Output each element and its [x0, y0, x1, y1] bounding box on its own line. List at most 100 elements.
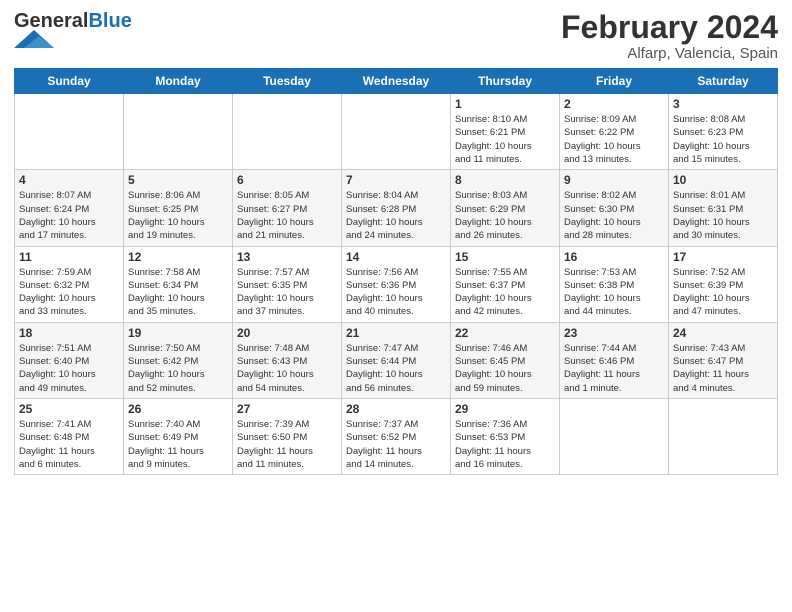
table-row — [233, 94, 342, 170]
table-row: 24 Sunrise: 7:43 AM Sunset: 6:47 PM Dayli… — [669, 322, 778, 398]
day-info: Sunrise: 8:04 AM Sunset: 6:28 PM Dayligh… — [346, 189, 446, 242]
table-row: 7 Sunrise: 8:04 AM Sunset: 6:28 PM Daylig… — [342, 170, 451, 246]
day-number: 19 — [128, 326, 228, 340]
table-row: 10 Sunrise: 8:01 AM Sunset: 6:31 PM Dayli… — [669, 170, 778, 246]
col-monday: Monday — [124, 69, 233, 94]
table-row: 8 Sunrise: 8:03 AM Sunset: 6:29 PM Daylig… — [451, 170, 560, 246]
table-row: 25 Sunrise: 7:41 AM Sunset: 6:48 PM Dayli… — [15, 398, 124, 474]
table-row: 1 Sunrise: 8:10 AM Sunset: 6:21 PM Daylig… — [451, 94, 560, 170]
table-row: 15 Sunrise: 7:55 AM Sunset: 6:37 PM Dayli… — [451, 246, 560, 322]
table-row — [124, 94, 233, 170]
day-number: 23 — [564, 326, 664, 340]
table-row: 28 Sunrise: 7:37 AM Sunset: 6:52 PM Dayli… — [342, 398, 451, 474]
day-info: Sunrise: 7:46 AM Sunset: 6:45 PM Dayligh… — [455, 342, 555, 395]
table-row: 2 Sunrise: 8:09 AM Sunset: 6:22 PM Daylig… — [560, 94, 669, 170]
day-number: 6 — [237, 173, 337, 187]
day-info: Sunrise: 7:36 AM Sunset: 6:53 PM Dayligh… — [455, 418, 555, 471]
day-number: 26 — [128, 402, 228, 416]
header: GeneralBlue February 2024 Alfarp, Valenc… — [14, 10, 778, 62]
day-number: 29 — [455, 402, 555, 416]
page: GeneralBlue February 2024 Alfarp, Valenc… — [0, 0, 792, 485]
title-block: February 2024 Alfarp, Valencia, Spain — [561, 10, 778, 62]
day-info: Sunrise: 8:07 AM Sunset: 6:24 PM Dayligh… — [19, 189, 119, 242]
logo-blue: Blue — [88, 10, 131, 32]
day-number: 8 — [455, 173, 555, 187]
table-row: 29 Sunrise: 7:36 AM Sunset: 6:53 PM Dayli… — [451, 398, 560, 474]
table-row: 18 Sunrise: 7:51 AM Sunset: 6:40 PM Dayli… — [15, 322, 124, 398]
table-row: 3 Sunrise: 8:08 AM Sunset: 6:23 PM Daylig… — [669, 94, 778, 170]
day-number: 9 — [564, 173, 664, 187]
logo-icon — [14, 30, 54, 48]
day-info: Sunrise: 7:58 AM Sunset: 6:34 PM Dayligh… — [128, 266, 228, 319]
day-info: Sunrise: 7:51 AM Sunset: 6:40 PM Dayligh… — [19, 342, 119, 395]
day-number: 25 — [19, 402, 119, 416]
day-info: Sunrise: 7:53 AM Sunset: 6:38 PM Dayligh… — [564, 266, 664, 319]
col-thursday: Thursday — [451, 69, 560, 94]
day-number: 17 — [673, 250, 773, 264]
day-number: 4 — [19, 173, 119, 187]
day-number: 13 — [237, 250, 337, 264]
day-info: Sunrise: 7:37 AM Sunset: 6:52 PM Dayligh… — [346, 418, 446, 471]
day-info: Sunrise: 7:50 AM Sunset: 6:42 PM Dayligh… — [128, 342, 228, 395]
table-row — [15, 94, 124, 170]
table-row: 20 Sunrise: 7:48 AM Sunset: 6:43 PM Dayli… — [233, 322, 342, 398]
day-info: Sunrise: 7:43 AM Sunset: 6:47 PM Dayligh… — [673, 342, 773, 395]
day-number: 24 — [673, 326, 773, 340]
day-info: Sunrise: 7:55 AM Sunset: 6:37 PM Dayligh… — [455, 266, 555, 319]
table-row — [560, 398, 669, 474]
day-number: 7 — [346, 173, 446, 187]
table-row: 12Sunrise: 7:58 AM Sunset: 6:34 PM Dayli… — [124, 246, 233, 322]
day-info: Sunrise: 8:08 AM Sunset: 6:23 PM Dayligh… — [673, 113, 773, 166]
subtitle: Alfarp, Valencia, Spain — [561, 45, 778, 62]
day-info: Sunrise: 8:06 AM Sunset: 6:25 PM Dayligh… — [128, 189, 228, 242]
main-title: February 2024 — [561, 10, 778, 45]
day-info: Sunrise: 8:10 AM Sunset: 6:21 PM Dayligh… — [455, 113, 555, 166]
table-row: 23 Sunrise: 7:44 AM Sunset: 6:46 PM Dayli… — [560, 322, 669, 398]
day-info: Sunrise: 8:03 AM Sunset: 6:29 PM Dayligh… — [455, 189, 555, 242]
day-info: Sunrise: 7:48 AM Sunset: 6:43 PM Dayligh… — [237, 342, 337, 395]
table-row: 4 Sunrise: 8:07 AM Sunset: 6:24 PM Daylig… — [15, 170, 124, 246]
day-number: 2 — [564, 97, 664, 111]
day-info: Sunrise: 7:57 AM Sunset: 6:35 PM Dayligh… — [237, 266, 337, 319]
table-row — [669, 398, 778, 474]
table-row: 17Sunrise: 7:52 AM Sunset: 6:39 PM Dayli… — [669, 246, 778, 322]
day-number: 22 — [455, 326, 555, 340]
day-number: 18 — [19, 326, 119, 340]
table-row: 22 Sunrise: 7:46 AM Sunset: 6:45 PM Dayli… — [451, 322, 560, 398]
day-info: Sunrise: 7:47 AM Sunset: 6:44 PM Dayligh… — [346, 342, 446, 395]
logo: GeneralBlue — [14, 10, 132, 53]
day-info: Sunrise: 7:40 AM Sunset: 6:49 PM Dayligh… — [128, 418, 228, 471]
day-number: 5 — [128, 173, 228, 187]
calendar-table: Sunday Monday Tuesday Wednesday Thursday… — [14, 68, 778, 475]
day-info: Sunrise: 7:41 AM Sunset: 6:48 PM Dayligh… — [19, 418, 119, 471]
table-row: 6 Sunrise: 8:05 AM Sunset: 6:27 PM Daylig… — [233, 170, 342, 246]
table-row: 21Sunrise: 7:47 AM Sunset: 6:44 PM Dayli… — [342, 322, 451, 398]
day-info: Sunrise: 8:01 AM Sunset: 6:31 PM Dayligh… — [673, 189, 773, 242]
col-friday: Friday — [560, 69, 669, 94]
day-info: Sunrise: 8:09 AM Sunset: 6:22 PM Dayligh… — [564, 113, 664, 166]
day-number: 28 — [346, 402, 446, 416]
col-tuesday: Tuesday — [233, 69, 342, 94]
table-row: 26 Sunrise: 7:40 AM Sunset: 6:49 PM Dayli… — [124, 398, 233, 474]
day-number: 14 — [346, 250, 446, 264]
day-number: 10 — [673, 173, 773, 187]
day-number: 11 — [19, 250, 119, 264]
day-info: Sunrise: 7:44 AM Sunset: 6:46 PM Dayligh… — [564, 342, 664, 395]
table-row: 19 Sunrise: 7:50 AM Sunset: 6:42 PM Dayli… — [124, 322, 233, 398]
day-number: 1 — [455, 97, 555, 111]
logo-general: General — [14, 10, 88, 32]
calendar-header: Sunday Monday Tuesday Wednesday Thursday… — [15, 69, 778, 94]
table-row: 16Sunrise: 7:53 AM Sunset: 6:38 PM Dayli… — [560, 246, 669, 322]
header-row: Sunday Monday Tuesday Wednesday Thursday… — [15, 69, 778, 94]
day-info: Sunrise: 7:56 AM Sunset: 6:36 PM Dayligh… — [346, 266, 446, 319]
day-number: 20 — [237, 326, 337, 340]
day-info: Sunrise: 7:59 AM Sunset: 6:32 PM Dayligh… — [19, 266, 119, 319]
table-row: 9Sunrise: 8:02 AM Sunset: 6:30 PM Daylig… — [560, 170, 669, 246]
col-wednesday: Wednesday — [342, 69, 451, 94]
day-number: 15 — [455, 250, 555, 264]
day-number: 3 — [673, 97, 773, 111]
table-row: 11 Sunrise: 7:59 AM Sunset: 6:32 PM Dayli… — [15, 246, 124, 322]
day-info: Sunrise: 7:39 AM Sunset: 6:50 PM Dayligh… — [237, 418, 337, 471]
table-row: 14 Sunrise: 7:56 AM Sunset: 6:36 PM Dayli… — [342, 246, 451, 322]
day-info: Sunrise: 8:05 AM Sunset: 6:27 PM Dayligh… — [237, 189, 337, 242]
